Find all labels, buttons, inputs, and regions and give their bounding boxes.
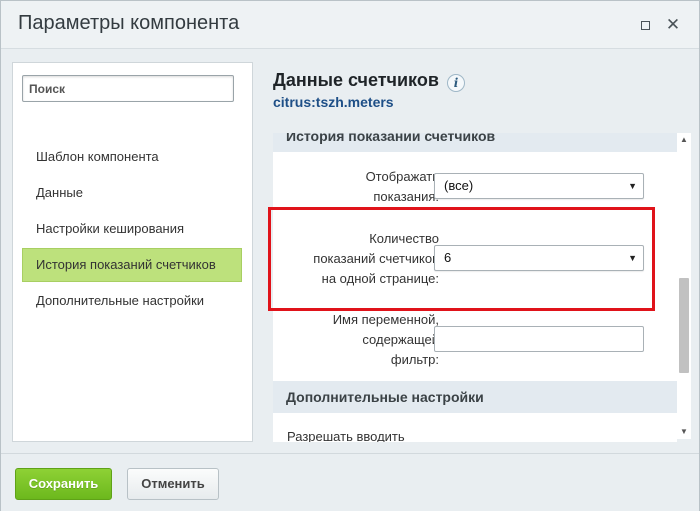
dialog-footer: Сохранить Отменить bbox=[1, 453, 699, 511]
dialog-titlebar[interactable]: Параметры компонента ✕ bbox=[1, 1, 699, 49]
scroll-up-icon[interactable]: ▲ bbox=[677, 133, 691, 147]
chevron-down-icon: ▼ bbox=[628, 181, 637, 191]
cancel-button[interactable]: Отменить bbox=[127, 468, 219, 500]
component-title: Данные счетчиков bbox=[273, 70, 439, 90]
scrollbar-thumb[interactable] bbox=[679, 278, 689, 373]
sidebar-item-template[interactable]: Шаблон компонента bbox=[22, 140, 242, 174]
display-readings-select[interactable]: (все) ▼ bbox=[434, 173, 644, 199]
maximize-button[interactable] bbox=[637, 17, 653, 33]
save-button[interactable]: Сохранить bbox=[15, 468, 112, 500]
scroll-down-icon[interactable]: ▼ bbox=[677, 425, 691, 439]
highlight-annotation bbox=[268, 207, 655, 311]
search-input[interactable] bbox=[22, 75, 234, 102]
filter-variable-input[interactable] bbox=[434, 326, 644, 352]
sidebar-item-caching[interactable]: Настройки кеширования bbox=[22, 212, 242, 246]
vertical-scrollbar[interactable]: ▲ ▼ bbox=[677, 133, 691, 439]
filter-variable-label: Имя переменной, содержащей фильтр: bbox=[332, 312, 439, 367]
component-parameters-dialog: Параметры компонента ✕ Шаблон компонента… bbox=[0, 0, 700, 511]
info-icon[interactable]: i bbox=[447, 74, 465, 92]
sidebar-item-history[interactable]: История показаний счетчиков bbox=[22, 248, 242, 282]
close-icon: ✕ bbox=[665, 15, 681, 34]
component-code: citrus:tszh.meters bbox=[273, 94, 394, 110]
sidebar-item-extra[interactable]: Дополнительные настройки bbox=[22, 284, 242, 318]
sidebar-item-data[interactable]: Данные bbox=[22, 176, 242, 210]
section-header-extra: Дополнительные настройки bbox=[273, 381, 677, 413]
display-readings-label: Отображать показания: bbox=[365, 169, 439, 204]
section-header-history: История показаний счетчиков bbox=[273, 133, 677, 152]
maximize-icon bbox=[640, 20, 650, 30]
close-button[interactable]: ✕ bbox=[665, 15, 681, 34]
dialog-title: Параметры компонента bbox=[18, 12, 240, 34]
sections-sidebar: Шаблон компонента Данные Настройки кешир… bbox=[12, 62, 253, 442]
cut-off-label: Разрешать вводить bbox=[287, 429, 405, 442]
